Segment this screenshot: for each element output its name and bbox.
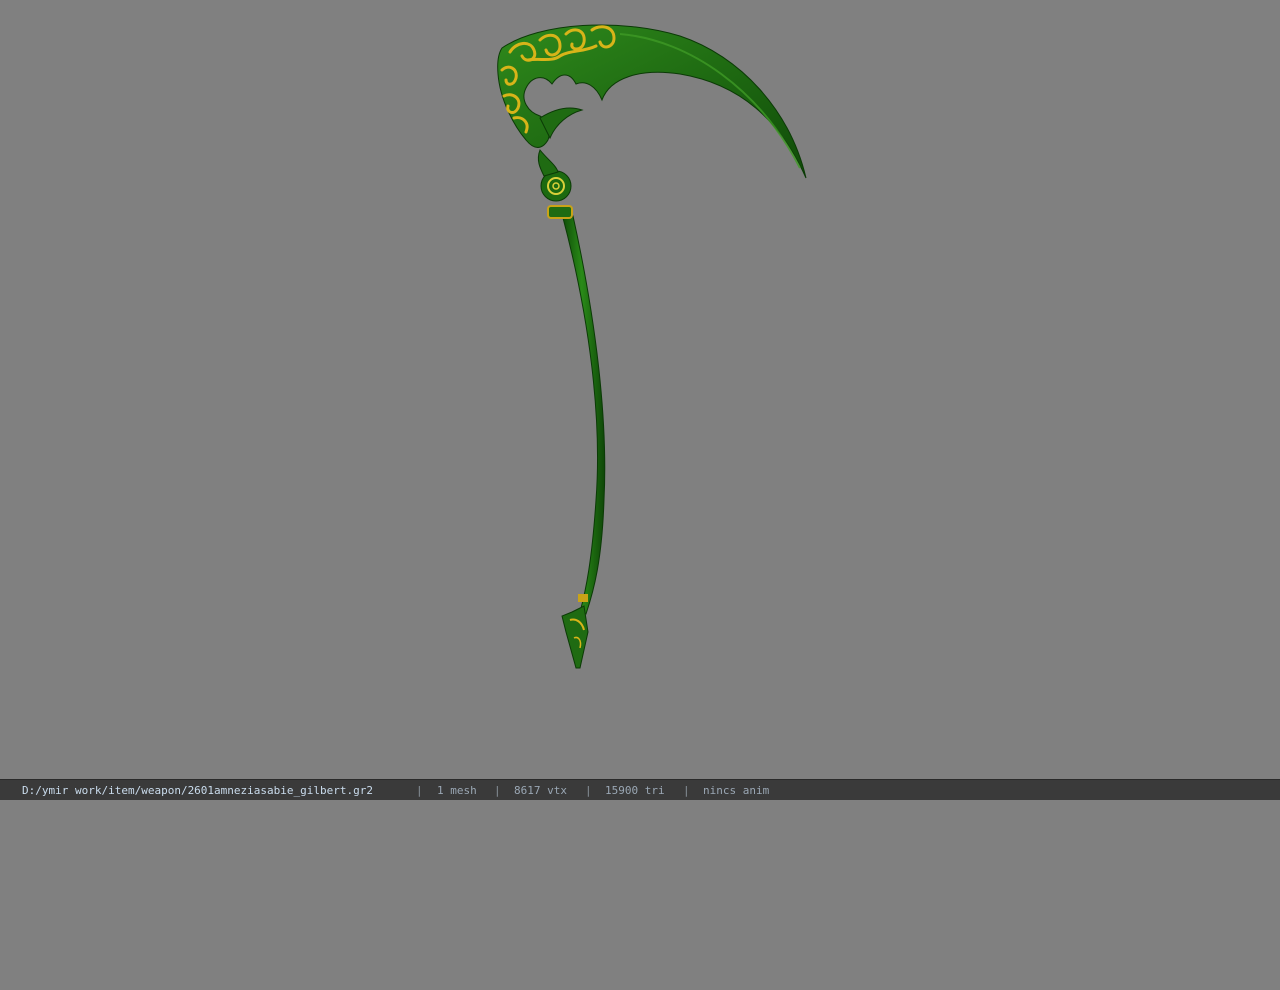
scythe-shaft	[562, 215, 606, 615]
scythe-model	[497, 24, 807, 669]
mesh-count: 1 mesh	[437, 784, 477, 797]
separator: |	[494, 784, 501, 797]
separator: |	[585, 784, 592, 797]
separator: |	[683, 784, 690, 797]
3d-viewport[interactable]	[0, 0, 1280, 779]
triangle-count: 15900 tri	[605, 784, 665, 797]
status-bar: D:/ymir work/item/weapon/2601amneziasabi…	[0, 779, 1280, 800]
animation-status: nincs anim	[703, 784, 770, 797]
file-path: D:/ymir work/item/weapon/2601amneziasabi…	[22, 784, 373, 797]
vertex-count: 8617 vtx	[514, 784, 567, 797]
separator: |	[416, 784, 423, 797]
scythe-collar	[537, 149, 573, 219]
